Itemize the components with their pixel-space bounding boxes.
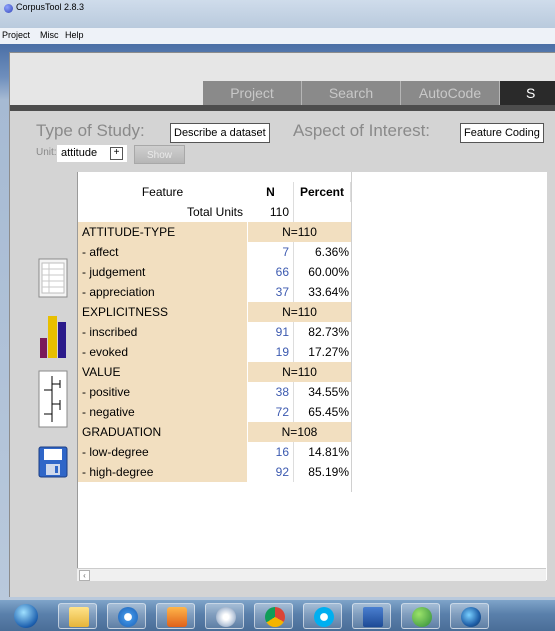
- skype-icon[interactable]: [303, 603, 342, 629]
- unit-label: Unit:: [36, 147, 57, 158]
- feature-count[interactable]: 7: [248, 242, 294, 262]
- taskbar: [0, 600, 555, 631]
- title-bar: CorpusTool 2.8.3: [0, 0, 555, 28]
- windows-start-icon[interactable]: [8, 603, 47, 629]
- category-total: N=110: [248, 362, 351, 382]
- feature-percent: 65.45%: [294, 402, 351, 422]
- feature-percent: 17.27%: [294, 342, 351, 362]
- unit-expand-button[interactable]: +: [110, 147, 123, 160]
- feature-count[interactable]: 72: [248, 402, 294, 422]
- unit-select[interactable]: attitude +: [57, 145, 127, 162]
- show-button[interactable]: Show: [134, 145, 185, 164]
- category-total: N=108: [248, 422, 351, 442]
- feature-label: - negative: [78, 402, 248, 422]
- file-explorer-icon[interactable]: [58, 603, 97, 629]
- unit-value: attitude: [61, 147, 98, 159]
- category-total: N=110: [248, 302, 351, 322]
- menu-bar: Project Misc Help: [0, 28, 555, 45]
- feature-label: - affect: [78, 242, 248, 262]
- total-units-n: 110: [248, 202, 294, 222]
- scroll-left-arrow[interactable]: ‹: [79, 570, 90, 581]
- category-label: GRADUATION: [78, 422, 248, 442]
- feature-count[interactable]: 91: [248, 322, 294, 342]
- window-title: CorpusTool 2.8.3: [16, 2, 85, 12]
- bar-chart-icon[interactable]: [38, 310, 68, 360]
- app-icon[interactable]: [205, 603, 244, 629]
- feature-percent: 85.19%: [294, 462, 351, 482]
- tab-search[interactable]: Search: [302, 81, 401, 105]
- tree-view-icon[interactable]: [38, 370, 68, 428]
- feature-percent: 82.73%: [294, 322, 351, 342]
- aspect-of-interest-label: Aspect of Interest:: [293, 121, 431, 140]
- results-table: Feature N Percent Total Units 110 ATTITU…: [77, 172, 547, 580]
- feature-count[interactable]: 92: [248, 462, 294, 482]
- menu-misc[interactable]: Misc: [40, 30, 59, 40]
- header-n[interactable]: N: [248, 182, 294, 202]
- feature-count[interactable]: 37: [248, 282, 294, 302]
- category-total: N=110: [248, 222, 351, 242]
- category-label: VALUE: [78, 362, 248, 382]
- tab-area: Project Search AutoCode S: [10, 53, 555, 105]
- feature-label: - evoked: [78, 342, 248, 362]
- feature-percent: 33.64%: [294, 282, 351, 302]
- word-icon[interactable]: [352, 603, 391, 629]
- chrome-icon[interactable]: [254, 603, 293, 629]
- feature-label: - judgement: [78, 262, 248, 282]
- menu-project[interactable]: Project: [2, 30, 30, 40]
- save-icon[interactable]: [38, 446, 68, 478]
- feature-label: - low-degree: [78, 442, 248, 462]
- internet-explorer-icon[interactable]: [107, 603, 146, 629]
- aspect-of-interest-value[interactable]: Feature Coding: [460, 123, 544, 143]
- feature-label: - inscribed: [78, 322, 248, 342]
- tab-autocode[interactable]: AutoCode: [401, 81, 500, 105]
- category-label: EXPLICITNESS: [78, 302, 248, 322]
- category-label: ATTITUDE-TYPE: [78, 222, 248, 242]
- type-of-study-label: Type of Study:: [36, 121, 145, 140]
- feature-count[interactable]: 66: [248, 262, 294, 282]
- header-feature[interactable]: Feature: [78, 182, 248, 202]
- header-percent[interactable]: Percent: [294, 182, 351, 202]
- type-of-study-value[interactable]: Describe a dataset: [170, 123, 270, 143]
- total-units-label: Total Units: [78, 202, 248, 222]
- tab-statistics[interactable]: S: [500, 81, 555, 105]
- app-icon: [4, 4, 13, 13]
- feature-count[interactable]: 19: [248, 342, 294, 362]
- feature-count[interactable]: 38: [248, 382, 294, 402]
- table-view-icon[interactable]: [38, 258, 68, 298]
- tab-project[interactable]: Project: [203, 81, 302, 105]
- feature-label: - high-degree: [78, 462, 248, 482]
- feature-percent: 34.55%: [294, 382, 351, 402]
- browser-icon[interactable]: [450, 603, 489, 629]
- feature-count[interactable]: 16: [248, 442, 294, 462]
- media-player-icon[interactable]: [156, 603, 195, 629]
- horizontal-scrollbar[interactable]: ‹: [77, 568, 546, 581]
- feature-label: - positive: [78, 382, 248, 402]
- feature-percent: 6.36%: [294, 242, 351, 262]
- feature-percent: 14.81%: [294, 442, 351, 462]
- menu-help[interactable]: Help: [65, 30, 84, 40]
- feature-percent: 60.00%: [294, 262, 351, 282]
- feature-label: - appreciation: [78, 282, 248, 302]
- users-icon[interactable]: [401, 603, 440, 629]
